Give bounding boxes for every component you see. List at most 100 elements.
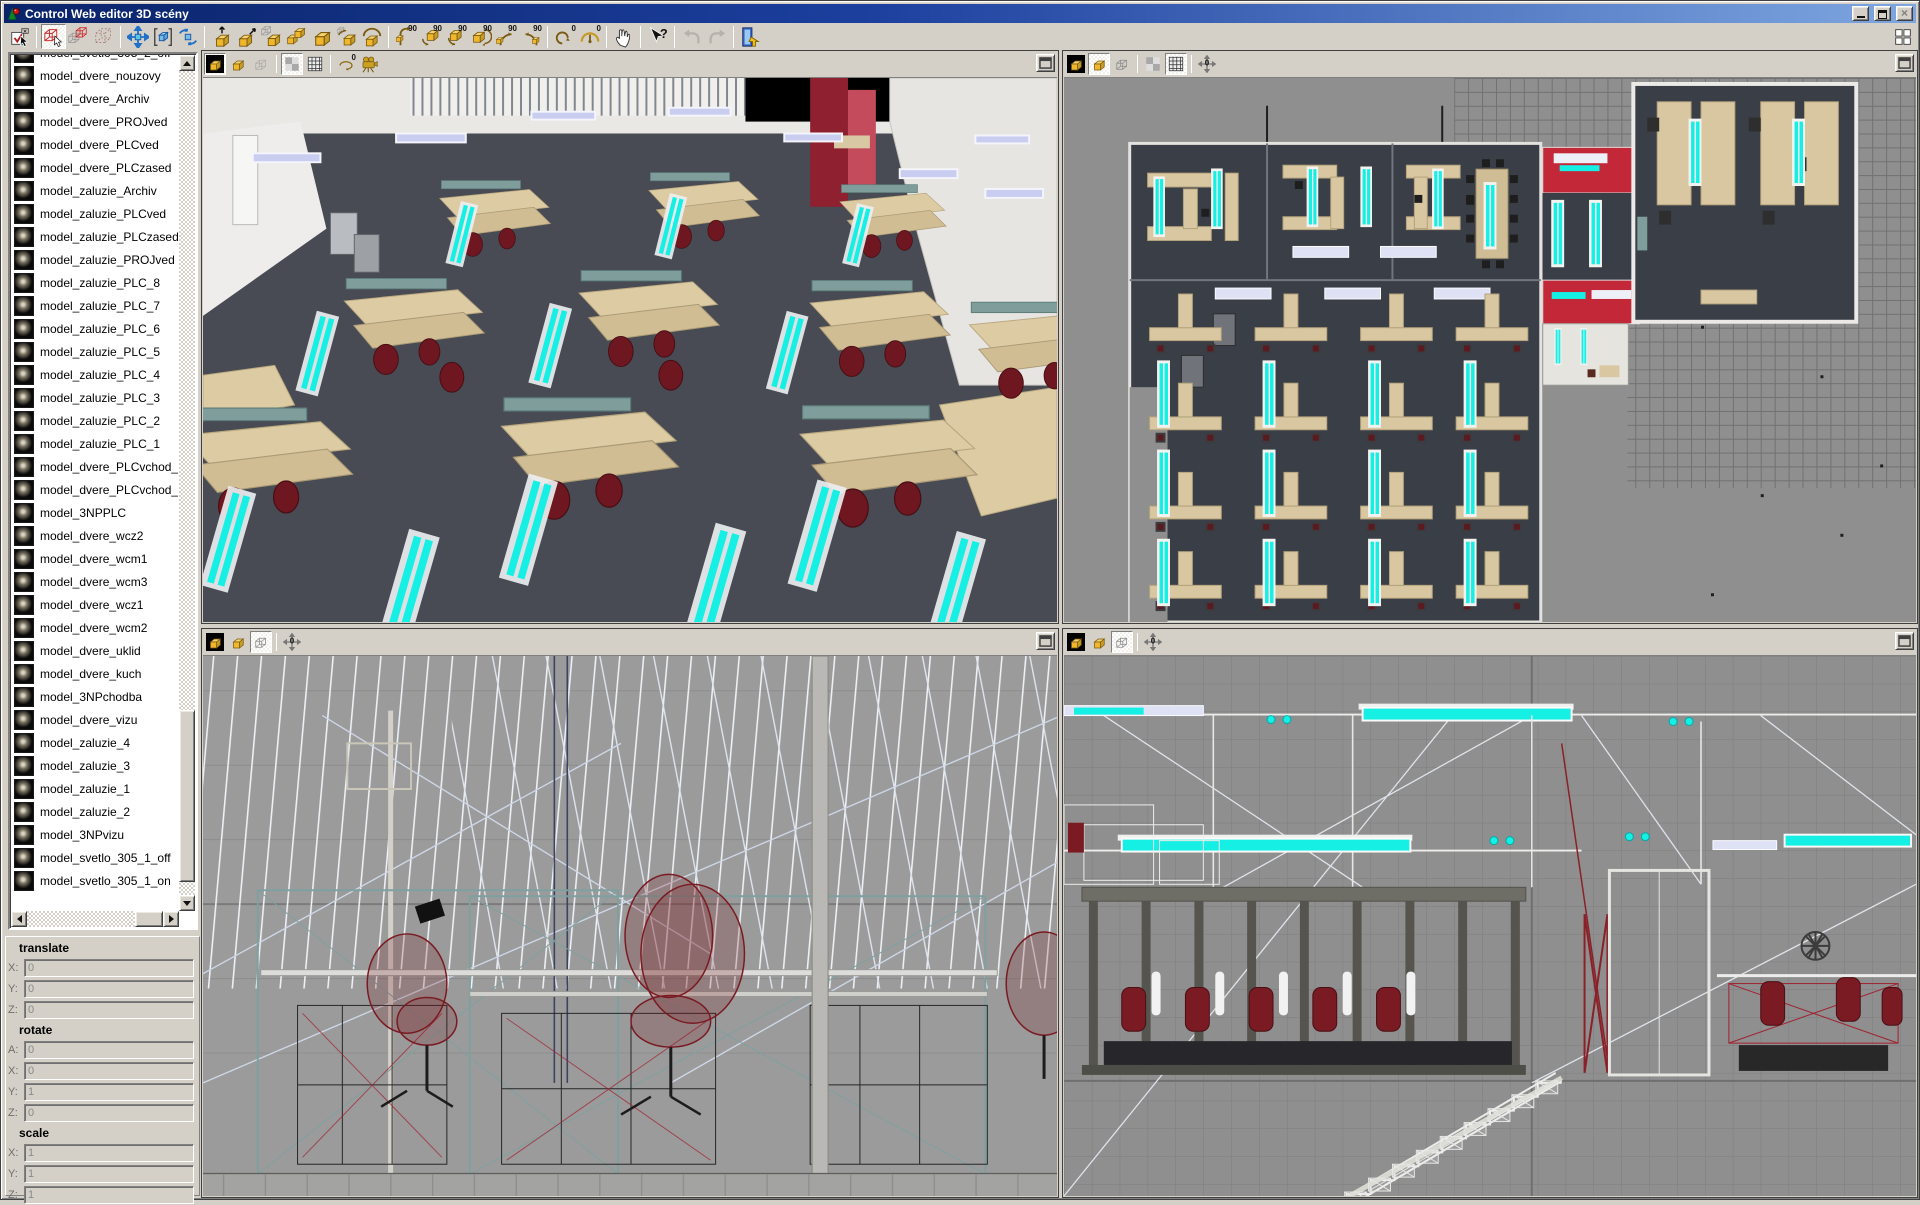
toolbar-orbit-object-button[interactable] <box>334 24 359 49</box>
view-perspective-view-orbit-button[interactable]: 0 <box>335 53 357 75</box>
rotate-z-input[interactable] <box>24 1104 194 1122</box>
model-list-item[interactable]: model_dvere_wcm3 <box>11 570 179 593</box>
scale-x-input[interactable] <box>24 1144 194 1162</box>
view-side-section-shade-textured-button[interactable] <box>1065 631 1087 653</box>
viewport-maximize-button[interactable] <box>1036 632 1055 650</box>
model-list-item[interactable]: model_zaluzie_PLC_4 <box>11 363 179 386</box>
toolbar-wireframe-edit-button[interactable] <box>41 24 66 49</box>
model-list-item[interactable]: model_dvere_vizu <box>11 708 179 731</box>
scroll-right-button[interactable] <box>163 911 179 927</box>
model-list-item[interactable]: model_zaluzie_PLCved <box>11 202 179 225</box>
toolbar-rotate-y-90-button[interactable]: 90 <box>443 24 468 49</box>
vertical-scrollbar[interactable] <box>179 55 195 911</box>
translate-y-input[interactable] <box>24 980 194 998</box>
toolbar-move-view-button[interactable] <box>125 24 150 49</box>
perspective-render-canvas[interactable] <box>203 78 1057 622</box>
toolbar-translate-wire-button[interactable] <box>259 24 284 49</box>
model-list-item[interactable]: model_zaluzie_3 <box>11 754 179 777</box>
rotate-x-input[interactable] <box>24 1062 194 1080</box>
view-top-plan-grid-toggle-button[interactable] <box>1165 53 1187 75</box>
toolbar-rotate-x-90-button[interactable]: 90 <box>418 24 443 49</box>
model-list-item[interactable]: model_zaluzie_PLC_8 <box>11 271 179 294</box>
view-top-plan-shade-wireframe-button[interactable] <box>1111 53 1133 75</box>
model-list-item[interactable]: model_dvere_PLCvchod_ <box>11 478 179 501</box>
model-list-item[interactable]: model_svetlo_305_1_off <box>11 846 179 869</box>
scale-z-input[interactable] <box>24 1186 194 1204</box>
model-list-item[interactable]: model_zaluzie_PLC_3 <box>11 386 179 409</box>
model-list-item[interactable]: model_zaluzie_PLCzased <box>11 225 179 248</box>
vscroll-thumb[interactable] <box>179 710 195 882</box>
model-list-item[interactable]: model_dvere_Archiv <box>11 87 179 110</box>
model-list-item[interactable]: model_3NPPLC <box>11 501 179 524</box>
hscroll-thumb[interactable] <box>135 911 163 927</box>
model-list-item[interactable]: model_zaluzie_2 <box>11 800 179 823</box>
scroll-left-button[interactable] <box>11 911 27 927</box>
plan-view-canvas[interactable] <box>1064 78 1916 622</box>
model-list-item[interactable]: model_svetlo_305_2_off <box>11 55 179 64</box>
toolbar-pan-hand-button[interactable] <box>611 24 636 49</box>
toolbar-place-object-button[interactable] <box>309 24 334 49</box>
model-list-item[interactable]: model_dvere_wcz2 <box>11 524 179 547</box>
translate-z-input[interactable] <box>24 1001 194 1019</box>
scroll-down-button[interactable] <box>179 895 195 911</box>
model-list-item[interactable]: model_dvere_uklid <box>11 639 179 662</box>
model-list-item[interactable]: model_dvere_wcm2 <box>11 616 179 639</box>
wireframe-section-canvas[interactable] <box>1064 656 1916 1196</box>
model-list-item[interactable]: model_zaluzie_4 <box>11 731 179 754</box>
close-button[interactable]: × <box>1896 6 1913 21</box>
model-list-item[interactable]: model_dvere_PLCzased <box>11 156 179 179</box>
model-list-item[interactable]: model_dvere_PLCvchod_ <box>11 455 179 478</box>
view-top-plan-view-pan-button[interactable]: 0 <box>1196 53 1218 75</box>
toolbar-reset-rotation-button[interactable]: 0 <box>552 24 577 49</box>
toolbar-translate-y-button[interactable] <box>209 24 234 49</box>
model-list-item[interactable]: model_dvere_kuch <box>11 662 179 685</box>
toolbar-rotate-view-button[interactable] <box>175 24 200 49</box>
maximize-button[interactable] <box>1874 6 1891 21</box>
model-list-item[interactable]: model_zaluzie_PLC_5 <box>11 340 179 363</box>
toolbar-viewport-layout-button[interactable] <box>1890 24 1915 49</box>
view-front-elevation-shade-textured-button[interactable] <box>204 631 226 653</box>
view-front-elevation-shade-solid-button[interactable] <box>227 631 249 653</box>
model-list-item[interactable]: model_3NPvizu <box>11 823 179 846</box>
view-perspective-grid-toggle-button[interactable] <box>304 53 326 75</box>
toolbar-rotate-z-90-button[interactable]: 90 <box>468 24 493 49</box>
model-list-item[interactable]: model_zaluzie_PLC_1 <box>11 432 179 455</box>
toolbar-rotate-up-90-button[interactable]: 90 <box>393 24 418 49</box>
scroll-up-button[interactable] <box>179 55 195 71</box>
model-list-item[interactable]: model_3NPchodba <box>11 685 179 708</box>
view-front-elevation-view-pan-button[interactable]: 0 <box>281 631 303 653</box>
rotate-a-input[interactable] <box>24 1041 194 1059</box>
model-list-item[interactable]: model_dvere_PLCved <box>11 133 179 156</box>
scale-y-input[interactable] <box>24 1165 194 1183</box>
model-list-item[interactable]: model_dvere_wcz1 <box>11 593 179 616</box>
wireframe-elevation-canvas[interactable] <box>203 656 1057 1196</box>
view-top-plan-shade-solid-button[interactable] <box>1088 53 1110 75</box>
view-perspective-background-checker-button[interactable] <box>281 53 303 75</box>
toolbar-object-dome-button[interactable] <box>359 24 384 49</box>
toolbar-context-help-button[interactable]: ? <box>645 24 670 49</box>
view-side-section-view-pan-button[interactable]: 0 <box>1142 631 1164 653</box>
toolbar-rotate-ccw-90-button[interactable]: 90 <box>518 24 543 49</box>
model-list-item[interactable]: model_svetlo_305_1_on <box>11 869 179 892</box>
model-listbox[interactable]: model_svetlo_305_2_offmodel_dvere_nouzov… <box>8 52 198 930</box>
model-list-item[interactable]: model_zaluzie_Archiv <box>11 179 179 202</box>
toolbar-duplicate-object-button[interactable] <box>284 24 309 49</box>
viewport-maximize-button[interactable] <box>1036 54 1055 72</box>
toolbar-frame-object-button[interactable] <box>150 24 175 49</box>
view-front-elevation-shade-wireframe-button[interactable] <box>250 631 272 653</box>
toolbar-rotation-gauge-button[interactable]: 0 <box>577 24 602 49</box>
view-side-section-shade-wireframe-button[interactable] <box>1111 631 1133 653</box>
toolbar-translate-free-button[interactable] <box>234 24 259 49</box>
minimize-button[interactable] <box>1852 6 1869 21</box>
model-list-item[interactable]: model_zaluzie_PROJved <box>11 248 179 271</box>
translate-x-input[interactable] <box>24 959 194 977</box>
toolbar-exit-editor-button[interactable] <box>738 24 763 49</box>
model-list-item[interactable]: model_zaluzie_PLC_7 <box>11 294 179 317</box>
model-list-item[interactable]: model_dvere_nouzovy <box>11 64 179 87</box>
rotate-y-input[interactable] <box>24 1083 194 1101</box>
toolbar-rotate-cw-90-button[interactable]: 90 <box>493 24 518 49</box>
view-side-section-shade-solid-button[interactable] <box>1088 631 1110 653</box>
view-perspective-shade-solid-button[interactable] <box>227 53 249 75</box>
view-perspective-shade-textured-button[interactable] <box>204 53 226 75</box>
toolbar-wireframe-compare-button[interactable] <box>66 24 91 49</box>
